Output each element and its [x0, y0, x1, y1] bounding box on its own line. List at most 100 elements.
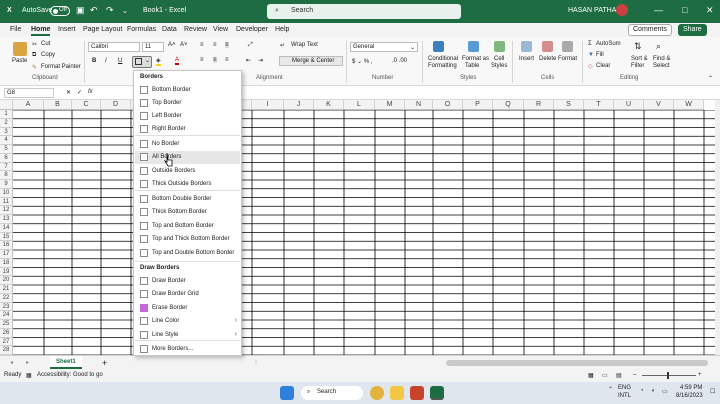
menu-item-line-color[interactable]: Line Color › — [135, 315, 240, 328]
minimize-button[interactable]: — — [654, 5, 663, 15]
column-header[interactable]: U — [614, 100, 644, 110]
decrease-indent-icon[interactable]: ⇤ — [246, 57, 251, 64]
row-header[interactable]: 13 — [0, 215, 13, 224]
copy-button[interactable]: Copy — [41, 52, 55, 58]
top-align-icon[interactable]: ≡ — [200, 42, 204, 48]
format-cells-icon[interactable] — [562, 41, 573, 52]
row-header[interactable]: 4 — [0, 136, 13, 145]
autosum-icon[interactable]: Σ — [588, 41, 592, 47]
accessibility-status[interactable]: Accessibility: Good to go — [37, 372, 103, 378]
tab-page-layout[interactable]: Page Layout — [83, 26, 122, 33]
sheet-bar-options-icon[interactable]: ⋮ — [253, 359, 259, 366]
column-header[interactable]: V — [644, 100, 674, 110]
row-header[interactable]: 15 — [0, 232, 13, 242]
fill-color-icon[interactable]: ◈ — [156, 57, 161, 66]
taskbar-search[interactable]: ⌕ Search — [301, 386, 363, 400]
wrap-text-button[interactable]: Wrap Text — [291, 42, 318, 48]
sort-filter-icon[interactable]: ⇅ — [634, 41, 642, 52]
column-header[interactable]: T — [584, 100, 614, 110]
customize-qat-icon[interactable]: ⌄ — [122, 7, 128, 15]
add-sheet-button[interactable]: + — [102, 358, 107, 368]
menu-item-bottom-border[interactable]: Bottom Border — [135, 84, 240, 97]
find-select-button[interactable]: Find & — [653, 56, 670, 62]
wifi-icon[interactable]: ◔ — [640, 388, 644, 394]
horizontal-scrollbar[interactable] — [446, 360, 708, 366]
decimal-icons[interactable]: .0 .00 — [392, 58, 407, 64]
tab-review[interactable]: Review — [184, 26, 207, 33]
row-header[interactable]: 28 — [0, 346, 13, 355]
row-header[interactable]: 18 — [0, 258, 13, 268]
row-header[interactable]: 25 — [0, 320, 13, 329]
italic-button[interactable]: I — [105, 58, 107, 64]
row-header[interactable]: 12 — [0, 206, 13, 215]
file-explorer-icon[interactable] — [390, 386, 404, 400]
name-box[interactable]: G8 — [4, 88, 54, 98]
column-header[interactable]: J — [284, 100, 314, 110]
cell-styles-icon[interactable] — [494, 41, 505, 52]
decrease-font-icon[interactable]: A˅ — [180, 42, 188, 48]
menu-item-top-border[interactable]: Top Border — [135, 97, 240, 110]
tab-home[interactable]: Home — [31, 26, 51, 36]
column-header[interactable]: A — [13, 100, 44, 110]
column-header[interactable]: L — [344, 100, 375, 110]
worksheet-grid[interactable]: ABCDEFGHIJKLMNOPQRSTUVW 1234567891011121… — [0, 100, 715, 355]
font-color-icon[interactable]: A — [175, 57, 180, 65]
conditional-formatting-icon[interactable] — [433, 41, 444, 52]
macro-icon[interactable]: ▦ — [26, 372, 32, 379]
paste-icon[interactable] — [13, 42, 27, 56]
find-select-icon[interactable]: ⌕ — [656, 41, 661, 52]
zoom-slider[interactable] — [642, 372, 696, 379]
column-header[interactable]: D — [101, 100, 131, 110]
autosave-toggle[interactable]: Off — [50, 6, 70, 16]
row-header[interactable]: 5 — [0, 145, 13, 154]
row-header[interactable]: 24 — [0, 311, 13, 320]
underline-button[interactable]: U — [118, 58, 122, 64]
currency-icon[interactable]: $ ⌄ % , — [352, 58, 372, 65]
menu-item-bottom-double-border[interactable]: Bottom Double Border — [135, 193, 240, 206]
format-painter-button[interactable]: Format Painter — [41, 64, 81, 70]
column-header[interactable]: S — [554, 100, 584, 110]
row-header[interactable]: 22 — [0, 293, 13, 303]
wrap-text-icon[interactable]: ↵ — [280, 42, 285, 49]
cut-button[interactable]: Cut — [41, 41, 50, 47]
column-header[interactable]: O — [433, 100, 463, 110]
sheet-tab-sheet1[interactable]: Sheet1 — [50, 356, 82, 369]
cell-grid[interactable] — [13, 110, 715, 355]
menu-item-draw-border[interactable]: Draw Border — [135, 275, 240, 288]
clear-icon[interactable]: ◇ — [588, 63, 593, 70]
column-header[interactable]: N — [405, 100, 433, 110]
volume-icon[interactable]: ◖ — [651, 388, 655, 394]
excel-taskbar-icon[interactable] — [430, 386, 444, 400]
page-break-view-icon[interactable]: ▤ — [616, 372, 622, 379]
close-button[interactable]: ✕ — [706, 5, 714, 16]
tab-help[interactable]: Help — [275, 26, 289, 33]
align-center-icon[interactable]: ≡ — [213, 57, 217, 63]
language-code[interactable]: ENG — [618, 385, 631, 391]
autosum-button[interactable]: AutoSum — [596, 41, 621, 47]
increase-font-icon[interactable]: A˄ — [168, 42, 176, 48]
share-button[interactable]: Share — [678, 24, 707, 36]
zoom-out-icon[interactable]: – — [633, 372, 636, 378]
font-name-select[interactable]: Calibri — [88, 42, 140, 52]
row-header[interactable]: 1 — [0, 110, 13, 119]
avatar[interactable] — [616, 4, 628, 16]
search-box[interactable]: ⌕ Search — [267, 4, 461, 19]
row-header[interactable]: 17 — [0, 250, 13, 259]
menu-item-more-borders[interactable]: More Borders... — [135, 343, 240, 356]
menu-item-left-border[interactable]: Left Border — [135, 110, 240, 123]
tab-data[interactable]: Data — [162, 26, 177, 33]
orientation-icon[interactable]: ⤢ — [248, 42, 253, 49]
format-painter-icon[interactable]: ✎ — [32, 64, 37, 71]
delete-cells-button[interactable]: Delete — [539, 56, 556, 62]
column-header[interactable]: M — [375, 100, 405, 110]
row-header[interactable]: 2 — [0, 118, 13, 128]
start-icon[interactable] — [280, 386, 294, 400]
undo-icon[interactable]: ↶ — [90, 5, 98, 16]
tray-chevron-icon[interactable]: ⌃ — [608, 386, 613, 393]
tab-view[interactable]: View — [213, 26, 228, 33]
column-header[interactable]: I — [252, 100, 284, 110]
cancel-icon[interactable]: ✕ — [66, 89, 71, 96]
menu-item-outside-borders[interactable]: Outside Borders — [135, 165, 240, 178]
notifications-icon[interactable]: ☐ — [710, 388, 715, 395]
bold-button[interactable]: B — [92, 58, 96, 64]
